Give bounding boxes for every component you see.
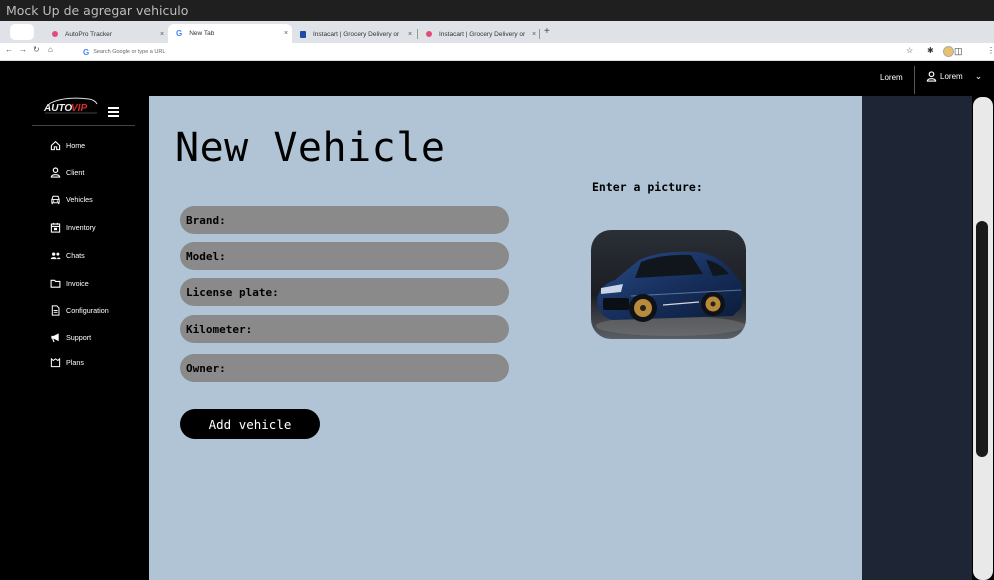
megaphone-icon — [50, 332, 61, 343]
folder-icon — [50, 278, 61, 289]
document-icon — [50, 305, 61, 316]
inventory-icon — [50, 222, 61, 233]
window-title: Mock Up de agregar vehiculo — [6, 3, 189, 18]
star-icon[interactable]: ☆ — [906, 46, 913, 55]
browser-avatar[interactable] — [943, 46, 954, 57]
field-label: Kilometer: — [186, 322, 253, 336]
field-label: Owner: — [186, 361, 226, 375]
tab-instacart-1[interactable]: Instacart | Grocery Delivery or × — [292, 25, 416, 43]
svg-text:VIP: VIP — [71, 103, 87, 114]
user-menu[interactable]: Lorem ⌄ — [926, 71, 982, 82]
field-label: Brand: — [186, 213, 226, 227]
svg-text:AUTO: AUTO — [43, 103, 72, 114]
sidebar-item-client[interactable]: Client — [50, 167, 84, 178]
logo: AUTO VIP — [43, 97, 98, 114]
model-field[interactable]: Model: — [180, 242, 509, 270]
picture-label: Enter a picture: — [592, 180, 703, 194]
tab-label: New Tab — [189, 30, 215, 37]
back-icon[interactable]: ← — [5, 45, 13, 54]
scrollbar-thumb[interactable] — [976, 221, 988, 457]
sidebar-item-label: Client — [66, 168, 85, 177]
google-icon: G — [83, 47, 90, 57]
sidepanel-icon[interactable]: ◫ — [954, 46, 963, 57]
sidebar-item-inventory[interactable]: Inventory — [50, 222, 96, 233]
field-label: Model: — [186, 249, 226, 263]
sidebar-item-configuration[interactable]: Configuration — [50, 305, 109, 316]
user-icon — [50, 167, 61, 178]
menu-hamburger-icon[interactable] — [108, 107, 119, 119]
tab-autopro-tracker[interactable]: AutoPro Tracker × — [44, 25, 168, 43]
plans-icon — [50, 357, 61, 368]
sidebar-item-plans[interactable]: Plans — [50, 357, 84, 368]
field-label: License plate: — [186, 285, 279, 299]
tab-label: AutoPro Tracker — [65, 30, 112, 38]
home-icon — [50, 140, 61, 151]
home-browser-icon[interactable]: ⌂ — [48, 45, 53, 54]
sidebar-item-label: Configuration — [66, 306, 109, 315]
header-divider — [914, 66, 915, 94]
browser-profile-button[interactable] — [10, 24, 34, 40]
add-vehicle-button[interactable]: Add vehicle — [180, 409, 320, 439]
tab-label: Instacart | Grocery Delivery or — [313, 30, 400, 38]
tab-instacart-2[interactable]: Instacart | Grocery Delivery or × — [418, 25, 540, 43]
sidebar-item-label: Inventory — [66, 223, 96, 232]
window-title-bar: Mock Up de agregar vehiculo — [0, 0, 994, 21]
brand-field[interactable]: Brand: — [180, 206, 509, 234]
chats-icon — [50, 250, 61, 261]
sidebar-item-chats[interactable]: Chats — [50, 250, 85, 261]
extensions-icon[interactable]: ✱ — [927, 46, 934, 55]
right-panel — [862, 96, 972, 580]
sidebar-item-label: Invoice — [66, 279, 89, 288]
forward-icon[interactable]: → — [19, 45, 27, 54]
new-tab-button[interactable]: + — [544, 26, 550, 37]
tab-divider — [539, 29, 540, 39]
user-name: Lorem — [940, 72, 963, 81]
sidebar-item-home[interactable]: Home — [50, 140, 85, 151]
sidebar-item-label: Support — [66, 333, 92, 342]
sidebar-item-label: Chats — [66, 251, 85, 260]
kebab-menu-icon[interactable]: ⋮ — [987, 46, 994, 55]
google-icon: G — [176, 29, 183, 38]
vehicle-picture[interactable] — [591, 230, 746, 339]
reload-icon[interactable]: ↻ — [33, 45, 40, 54]
license-plate-field[interactable]: License plate: — [180, 278, 509, 306]
sidebar-item-vehicles[interactable]: Vehicles — [50, 194, 93, 205]
kilometer-field[interactable]: Kilometer: — [180, 315, 509, 343]
sidebar-item-label: Plans — [66, 358, 84, 367]
pink-dot-icon — [426, 31, 432, 37]
sidebar-item-label: Vehicles — [66, 195, 93, 204]
sidebar-item-label: Home — [66, 141, 86, 150]
close-icon[interactable]: × — [280, 30, 292, 37]
paypal-icon — [300, 30, 306, 38]
tab-new-tab[interactable]: G New Tab × — [168, 24, 292, 43]
car-icon — [50, 194, 61, 205]
sidebar-item-support[interactable]: Support — [50, 332, 91, 343]
sidebar-divider — [32, 125, 135, 126]
chevron-down-icon: ⌄ — [974, 71, 983, 81]
close-icon[interactable]: × — [156, 31, 168, 38]
page-title: New Vehicle — [175, 125, 446, 171]
omnibox[interactable]: G Search Google or type a URL — [83, 46, 903, 58]
pink-dot-icon — [52, 31, 58, 37]
omnibox-placeholder: Search Google or type a URL — [93, 49, 166, 55]
close-icon[interactable]: × — [404, 31, 416, 38]
owner-field[interactable]: Owner: — [180, 354, 509, 382]
tab-label: Instacart | Grocery Delivery or — [439, 30, 526, 38]
user-icon — [926, 71, 937, 82]
header-left-label[interactable]: Lorem — [880, 73, 903, 82]
sidebar-item-invoice[interactable]: Invoice — [50, 278, 89, 289]
